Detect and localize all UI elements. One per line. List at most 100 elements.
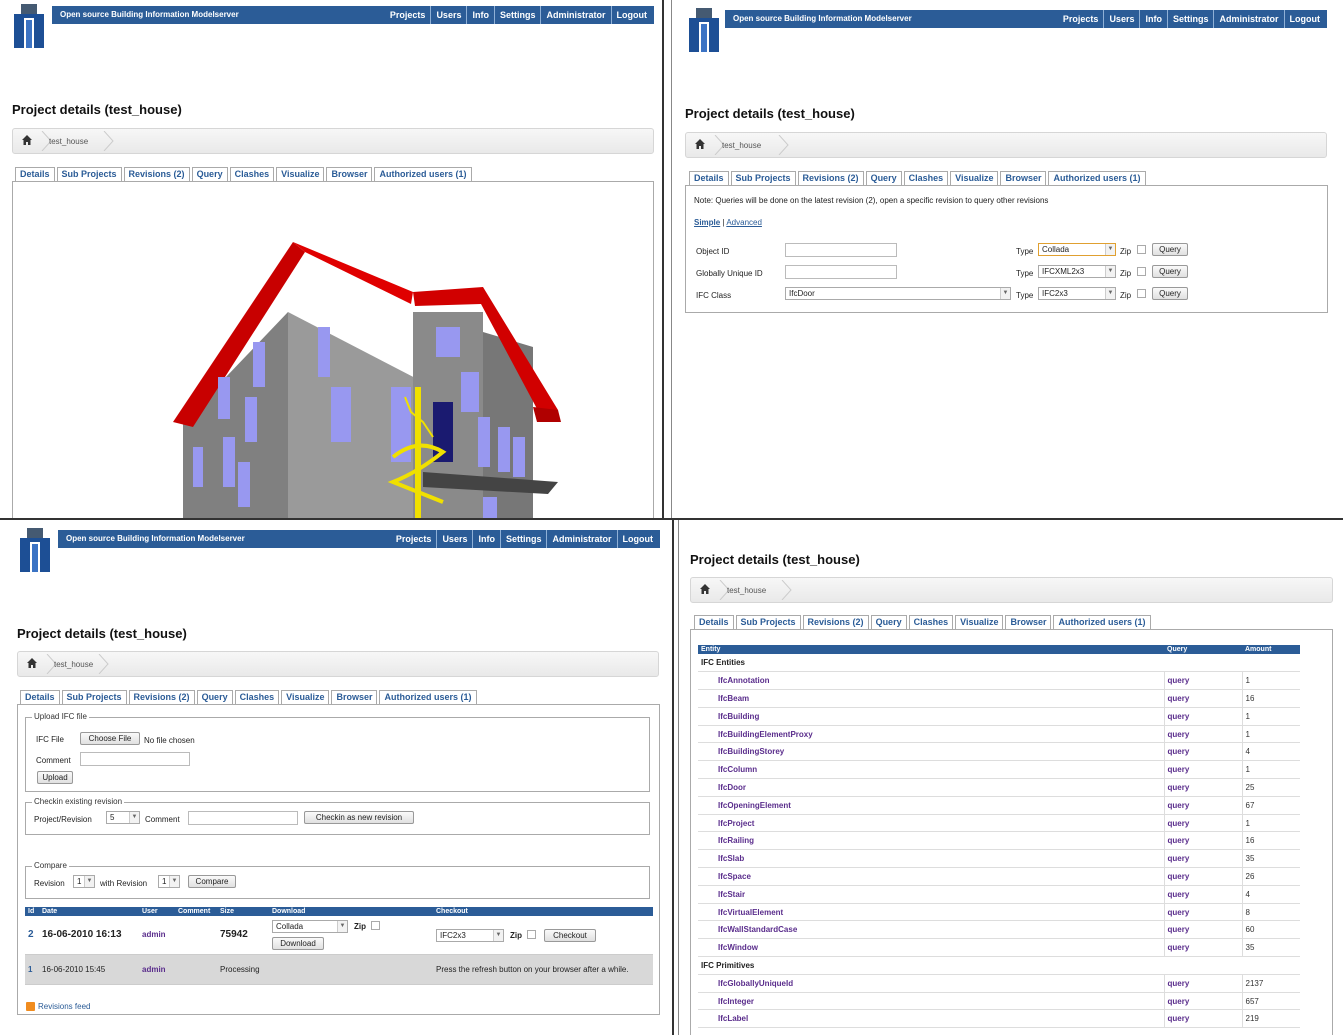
tab-details[interactable]: Details	[20, 690, 60, 704]
tab-authorized-users[interactable]: Authorized users (1)	[1048, 171, 1146, 185]
download-button[interactable]: Download	[272, 936, 324, 950]
tab-clashes[interactable]: Clashes	[234, 690, 280, 704]
entity-name-link[interactable]: IfcStair	[698, 885, 1164, 904]
entity-query-link[interactable]: query	[1163, 885, 1242, 904]
revision-select[interactable]: 1 ▼	[73, 875, 95, 888]
choose-file-button[interactable]: Choose File	[80, 732, 140, 745]
entity-name-link[interactable]: IfcGloballyUniqueId	[698, 974, 1164, 993]
nav-logout[interactable]: Logout	[1283, 10, 1326, 28]
entity-name-link[interactable]: IfcBuilding	[698, 707, 1164, 726]
download-zip-checkbox[interactable]	[371, 920, 380, 930]
object-id-input[interactable]	[785, 243, 897, 257]
object-id-zip-checkbox[interactable]	[1137, 245, 1146, 254]
nav-projects[interactable]: Projects	[391, 530, 437, 548]
tab-browser[interactable]: Browser	[331, 690, 378, 704]
ifc-class-type-select[interactable]: IFC2x3 ▼	[1038, 287, 1116, 300]
entity-query-link[interactable]: query	[1163, 760, 1242, 780]
entity-query-link[interactable]: query	[1163, 938, 1242, 958]
entity-query-link[interactable]: query	[1163, 920, 1242, 940]
download-type-select[interactable]: Collada ▼	[272, 919, 348, 933]
object-id-type-select[interactable]: Collada ▼	[1038, 243, 1116, 256]
tab-browser[interactable]: Browser	[326, 167, 373, 181]
tab-details[interactable]: Details	[689, 171, 729, 185]
tab-authorized-users[interactable]: Authorized users (1)	[374, 167, 472, 181]
entity-name-link[interactable]: IfcDoor	[698, 778, 1164, 797]
nav-settings[interactable]: Settings	[1166, 10, 1214, 28]
tab-visualize[interactable]: Visualize	[281, 690, 330, 704]
tab-revisions[interactable]: Revisions (2)	[797, 171, 864, 185]
entity-name-link[interactable]: IfcRailing	[698, 831, 1164, 851]
nav-users[interactable]: Users	[430, 6, 466, 24]
tab-revisions[interactable]: Revisions (2)	[128, 690, 195, 704]
entity-query-link[interactable]: query	[1163, 689, 1242, 708]
nav-logout[interactable]: Logout	[616, 530, 659, 548]
entity-query-link[interactable]: query	[1163, 742, 1242, 762]
nav-info[interactable]: Info	[466, 6, 494, 24]
entity-query-link[interactable]: query	[1163, 707, 1242, 726]
upload-comment-input[interactable]	[80, 752, 190, 766]
entity-query-link[interactable]: query	[1163, 814, 1242, 833]
tab-query[interactable]: Query	[191, 167, 228, 181]
home-icon[interactable]	[21, 134, 33, 146]
object-id-query-button[interactable]: Query	[1152, 243, 1188, 256]
guid-query-button[interactable]: Query	[1152, 265, 1188, 278]
entity-query-link[interactable]: query	[1163, 903, 1242, 922]
tab-authorized-users[interactable]: Authorized users (1)	[1053, 615, 1151, 629]
entity-query-link[interactable]: query	[1163, 867, 1242, 886]
entity-query-link[interactable]: query	[1163, 796, 1242, 815]
entity-name-link[interactable]: IfcOpeningElement	[698, 796, 1164, 815]
entity-name-link[interactable]: IfcInteger	[698, 992, 1164, 1011]
nav-logout[interactable]: Logout	[610, 6, 653, 24]
tab-browser[interactable]: Browser	[1000, 171, 1047, 185]
nav-administrator[interactable]: Administrator	[540, 6, 610, 24]
tab-visualize[interactable]: Visualize	[955, 615, 1004, 629]
tab-visualize[interactable]: Visualize	[950, 171, 999, 185]
entity-name-link[interactable]: IfcBuildingStorey	[698, 742, 1164, 762]
revision-user[interactable]: admin	[139, 954, 175, 985]
checkout-button[interactable]: Checkout	[544, 928, 596, 942]
tab-query[interactable]: Query	[870, 615, 907, 629]
3d-house-viewer[interactable]	[13, 182, 655, 518]
entity-name-link[interactable]: IfcProject	[698, 814, 1164, 833]
nav-info[interactable]: Info	[1139, 10, 1167, 28]
revision-id[interactable]: 1	[25, 954, 39, 985]
entity-name-link[interactable]: IfcSpace	[698, 867, 1164, 886]
checkout-type-select[interactable]: IFC2x3 ▼	[436, 928, 504, 942]
checkin-new-revision-button[interactable]: Checkin as new revision	[304, 811, 414, 824]
with-revision-select[interactable]: 1 ▼	[158, 875, 180, 888]
tab-sub-projects[interactable]: Sub Projects	[56, 167, 122, 181]
tab-sub-projects[interactable]: Sub Projects	[735, 615, 801, 629]
entity-query-link[interactable]: query	[1163, 1009, 1242, 1029]
breadcrumb-project[interactable]: test_house	[49, 137, 88, 146]
nav-users[interactable]: Users	[1103, 10, 1139, 28]
entity-name-link[interactable]: IfcAnnotation	[698, 671, 1164, 691]
compare-button[interactable]: Compare	[188, 875, 236, 888]
entity-query-link[interactable]: query	[1163, 831, 1242, 851]
entity-query-link[interactable]: query	[1163, 974, 1242, 993]
tab-browser[interactable]: Browser	[1005, 615, 1052, 629]
entity-name-link[interactable]: IfcSlab	[698, 849, 1164, 869]
tab-query[interactable]: Query	[196, 690, 233, 704]
tab-query[interactable]: Query	[865, 171, 902, 185]
guid-zip-checkbox[interactable]	[1137, 267, 1146, 276]
checkout-zip-checkbox[interactable]	[527, 929, 536, 939]
tab-clashes[interactable]: Clashes	[908, 615, 954, 629]
revisions-feed[interactable]: Revisions feed	[26, 1002, 90, 1012]
nav-administrator[interactable]: Administrator	[546, 530, 616, 548]
entity-name-link[interactable]: IfcWallStandardCase	[698, 920, 1164, 940]
entity-query-link[interactable]: query	[1163, 778, 1242, 797]
home-icon[interactable]	[26, 657, 38, 669]
ifc-class-query-button[interactable]: Query	[1152, 287, 1188, 300]
checkin-comment-input[interactable]	[188, 811, 298, 825]
project-revision-select[interactable]: 5 ▼	[106, 811, 140, 824]
tab-details[interactable]: Details	[694, 615, 734, 629]
ifc-class-zip-checkbox[interactable]	[1137, 289, 1146, 298]
entity-name-link[interactable]: IfcWindow	[698, 938, 1164, 958]
nav-info[interactable]: Info	[472, 530, 500, 548]
nav-settings[interactable]: Settings	[493, 6, 541, 24]
entity-name-link[interactable]: IfcBuildingElementProxy	[698, 725, 1164, 744]
breadcrumb-project[interactable]: test_house	[54, 660, 93, 669]
tab-authorized-users[interactable]: Authorized users (1)	[379, 690, 477, 704]
entity-name-link[interactable]: IfcVirtualElement	[698, 903, 1164, 922]
home-icon[interactable]	[694, 138, 706, 150]
